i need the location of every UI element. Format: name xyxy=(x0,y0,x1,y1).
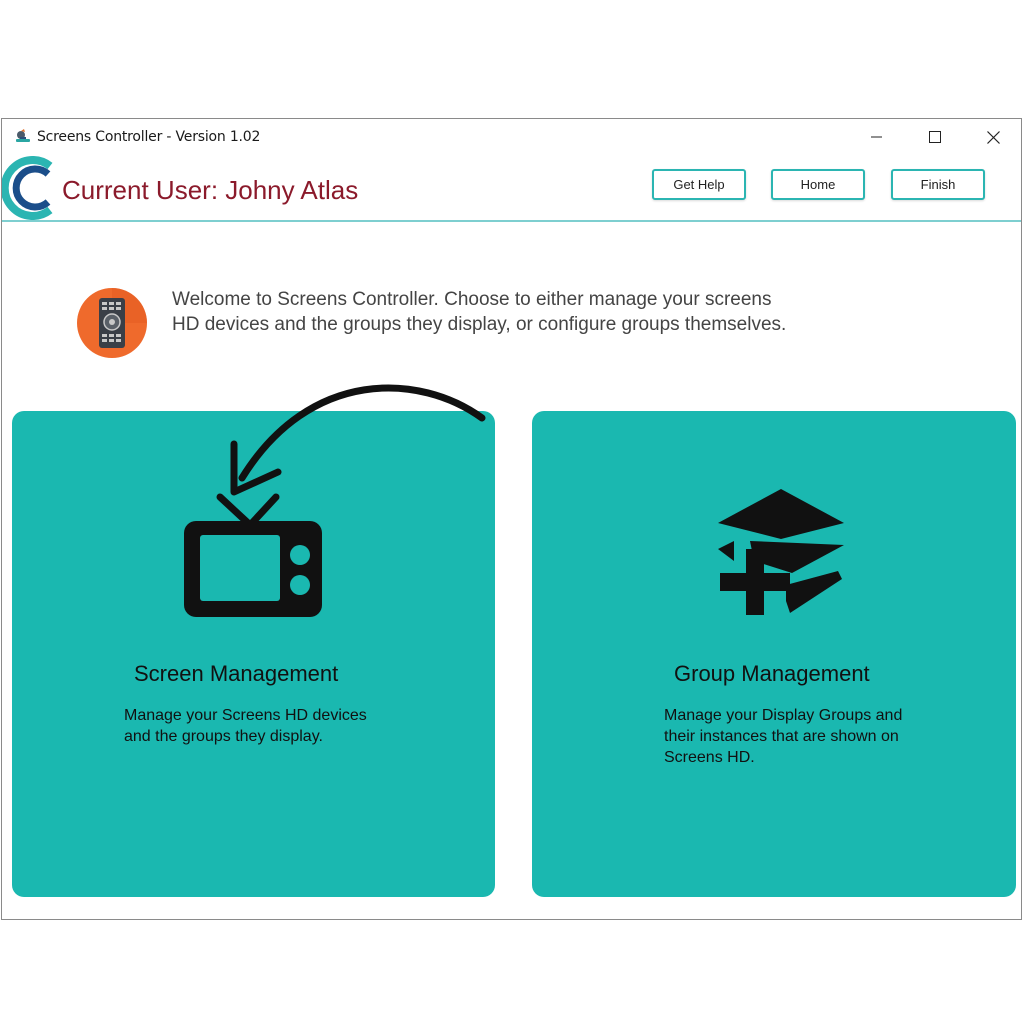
screen-management-card[interactable]: Screen Management Manage your Screens HD… xyxy=(12,411,495,897)
maximize-icon xyxy=(929,131,941,143)
group-desc-line-2: their instances that are shown on xyxy=(664,728,899,745)
group-desc-line-3: Screens HD. xyxy=(664,749,755,766)
app-window: Screens Controller - Version 1.02 Curren… xyxy=(1,118,1022,920)
add-layers-icon xyxy=(718,489,844,615)
group-management-description: Manage your Display Groups and their ins… xyxy=(664,705,954,768)
app-icon xyxy=(16,129,30,142)
tv-icon xyxy=(184,493,322,617)
logo-icon xyxy=(2,156,53,220)
screen-management-title: Screen Management xyxy=(134,661,339,686)
window-title: Screens Controller - Version 1.02 xyxy=(37,129,261,145)
get-help-button[interactable]: Get Help xyxy=(652,169,746,200)
app-header: Current User: Johny Atlas Get Help Home … xyxy=(2,155,1021,221)
minimize-button[interactable] xyxy=(854,123,900,151)
minimize-icon xyxy=(871,136,882,138)
remote-control-icon xyxy=(77,288,147,358)
finish-button[interactable]: Finish xyxy=(891,169,985,200)
close-icon xyxy=(986,130,1000,144)
maximize-button[interactable] xyxy=(912,123,958,151)
group-management-title: Group Management xyxy=(674,661,870,686)
title-bar[interactable]: Screens Controller - Version 1.02 xyxy=(2,119,1021,155)
header-divider xyxy=(2,220,1021,222)
group-management-card[interactable]: Group Management Manage your Display Gro… xyxy=(532,411,1016,897)
welcome-line-1: Welcome to Screens Controller. Choose to… xyxy=(172,289,772,310)
welcome-line-2: HD devices and the groups they display, … xyxy=(172,314,787,335)
current-user-label: Current User: Johny Atlas xyxy=(62,175,359,205)
close-button[interactable] xyxy=(970,123,1016,151)
home-button[interactable]: Home xyxy=(771,169,865,200)
screen-desc-line-2: and the groups they display. xyxy=(124,728,323,745)
screen-management-description: Manage your Screens HD devices and the g… xyxy=(124,705,424,747)
screen-desc-line-1: Manage your Screens HD devices xyxy=(124,707,367,724)
welcome-message: Welcome to Screens Controller. Choose to… xyxy=(172,287,892,337)
group-desc-line-1: Manage your Display Groups and xyxy=(664,707,903,724)
